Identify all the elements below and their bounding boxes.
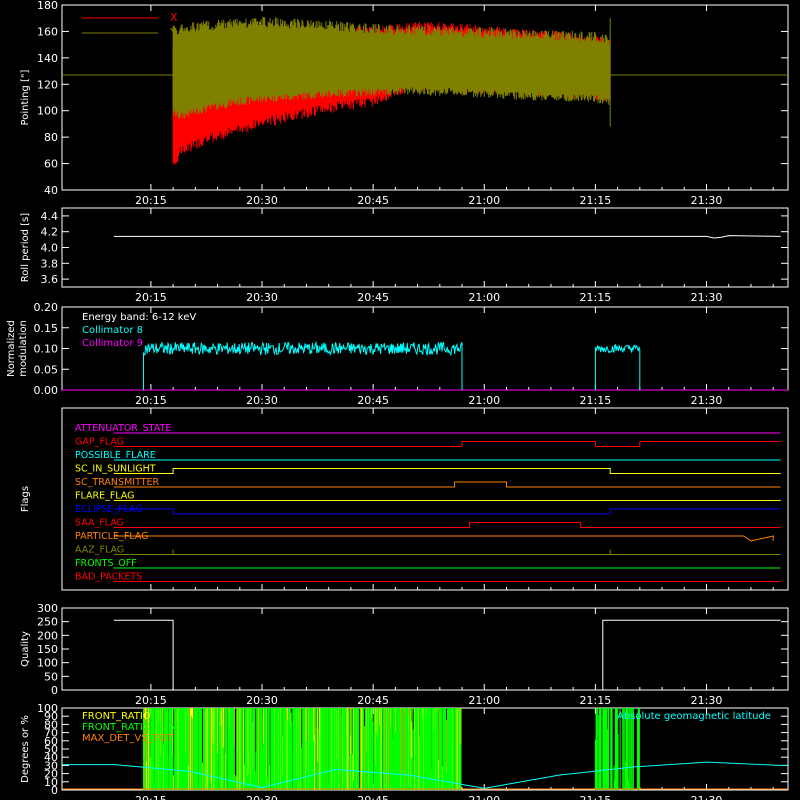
collimator-8-segment-0 — [143, 340, 463, 390]
panel-0-ylabel: Pointing ["] — [20, 69, 31, 125]
flag-label-saa_flag: SAA_FLAG — [75, 518, 124, 529]
y-tick-label: 300 — [37, 602, 58, 615]
x-tick-label: 21:00 — [468, 694, 500, 707]
x-tick-label: 21:30 — [691, 694, 723, 707]
rhessi-quicklook-figure: 20:15 20:30 20:45 21:00 21:15 21:304060801001… — [6, 0, 789, 800]
legend-max-det-vs-tot: MAX_DET_VS_TOT — [82, 733, 174, 744]
panel-4-ylabel: Quality — [20, 631, 31, 667]
x-tick-label: 20:30 — [246, 794, 278, 800]
quality-line — [113, 619, 781, 691]
y-tick-label: 120 — [37, 78, 58, 91]
y-tick-label: 3.6 — [41, 273, 59, 286]
y-tick-label: 100 — [37, 702, 58, 715]
x-tick-label: 21:15 — [580, 194, 612, 207]
x-tick-label: 20:15 — [135, 394, 167, 407]
legend-x-label: X — [170, 11, 178, 24]
collimator-8-segment-1 — [594, 343, 641, 390]
x-tick-label: 20:15 — [135, 694, 167, 707]
flag-label-eclipse_flag: ECLIPSE_FLAG — [75, 504, 143, 515]
flag-line-gap_flag — [113, 441, 781, 447]
x-tick-label: 20:15 — [135, 291, 167, 304]
y-tick-label: 200 — [37, 629, 58, 642]
x-tick-label: 21:30 — [691, 794, 723, 800]
legend-collimator-8: Collimator 8 — [82, 325, 143, 336]
x-tick-label: 21:00 — [468, 194, 500, 207]
flag-label-bad_packets: BAD_PACKETS — [75, 572, 142, 583]
y-tick-label: 150 — [37, 643, 58, 656]
flag-line-sc_transmitter — [113, 481, 781, 488]
flag-label-flare_flag: FLARE_FLAG — [75, 491, 135, 502]
x-tick-label: 21:15 — [580, 694, 612, 707]
y-tick-label: 140 — [37, 52, 58, 65]
x-tick-label: 21:15 — [580, 291, 612, 304]
x-tick-label: 21:30 — [691, 194, 723, 207]
y-tick-label: 100 — [37, 105, 58, 118]
y-tick-label: 180 — [37, 0, 58, 12]
y-tick-label: 3.8 — [41, 257, 59, 270]
flag-label-fronts_off: FRONTS_OFF — [75, 558, 137, 569]
flag-line-aaz_flag — [113, 549, 781, 555]
legend-geomagnetic-latitude: Absolute geomagnetic latitude — [617, 711, 771, 722]
x-tick-label: 20:15 — [135, 794, 167, 800]
flag-line-particle_flag — [113, 535, 774, 542]
panel-2-ylabel-line2: modulation — [18, 320, 29, 377]
x-tick-label: 20:45 — [357, 291, 389, 304]
y-tick-label: 80 — [44, 131, 58, 144]
y-tick-label: 0.10 — [34, 343, 59, 356]
flag-label-particle_flag: PARTICLE_FLAG — [75, 531, 148, 542]
x-tick-label: 21:00 — [468, 394, 500, 407]
x-tick-label: 20:30 — [246, 694, 278, 707]
panel-3-ylabel: Flags — [20, 486, 31, 512]
legend-front-ratio: FRONT_RATIO — [82, 711, 151, 722]
x-tick-label: 20:45 — [357, 394, 389, 407]
x-tick-label: 20:30 — [246, 194, 278, 207]
x-tick-label: 21:15 — [580, 794, 612, 800]
panel-5-ylabel: Degrees or % — [20, 715, 31, 783]
y-tick-label: 40 — [44, 184, 58, 197]
panel-2-ylabel-line1: Normalized — [6, 320, 17, 377]
y-tick-label: 0.15 — [34, 322, 59, 335]
y-tick-label: 4.2 — [41, 226, 59, 239]
y-tick-label: 0.05 — [34, 363, 59, 376]
legend-y-label: Y — [169, 26, 177, 39]
flag-label-sc_transmitter: SC_TRANSMITTER — [75, 477, 160, 488]
x-tick-label: 20:30 — [246, 291, 278, 304]
flag-label-gap_flag: GAP_FLAG — [75, 437, 124, 448]
x-tick-label: 21:00 — [468, 794, 500, 800]
y-tick-label: 50 — [44, 670, 58, 683]
x-tick-label: 21:15 — [580, 394, 612, 407]
flag-label-aaz_flag: AAZ_FLAG — [75, 545, 124, 556]
x-tick-label: 21:30 — [691, 394, 723, 407]
y-tick-label: 4.0 — [41, 242, 59, 255]
legend-collimator-9: Collimator 9 — [82, 338, 143, 349]
flag-line-sc_in_sunlight — [113, 468, 781, 474]
panel-1-ylabel: Roll period [s] — [20, 213, 31, 282]
x-tick-label: 20:15 — [135, 194, 167, 207]
x-tick-label: 20:30 — [246, 394, 278, 407]
y-tick-label: 4.4 — [41, 210, 59, 223]
y-tick-label: 0 — [51, 684, 58, 697]
y-tick-label: 160 — [37, 25, 58, 38]
flag-line-saa_flag — [113, 522, 781, 528]
y-tick-label: 0.00 — [34, 384, 59, 397]
x-tick-label: 20:45 — [357, 694, 389, 707]
x-tick-label: 20:45 — [357, 794, 389, 800]
flag-label-sc_in_sunlight: SC_IN_SUNLIGHT — [75, 464, 156, 475]
x-tick-label: 20:45 — [357, 194, 389, 207]
x-tick-label: 21:00 — [468, 291, 500, 304]
legend-front-ratio-1265: FRONT_RATIO_1265 — [82, 722, 181, 733]
x-tick-label: 21:30 — [691, 291, 723, 304]
y-tick-label: 0.20 — [34, 301, 59, 314]
y-tick-label: 60 — [44, 158, 58, 171]
panel-3-frame — [61, 407, 789, 591]
flag-label-attenuator_state: ATTENUATOR_STATE — [75, 423, 171, 434]
flag-label-possible_flare: POSSIBLE_FLARE — [75, 450, 156, 461]
panel-1-frame — [61, 207, 789, 288]
energy-band-annotation: Energy band: 6-12 keV — [82, 312, 196, 323]
roll-period-line — [113, 235, 781, 239]
flag-line-eclipse_flag — [113, 508, 781, 515]
y-tick-label: 100 — [37, 657, 58, 670]
y-tick-label: 250 — [37, 616, 58, 629]
